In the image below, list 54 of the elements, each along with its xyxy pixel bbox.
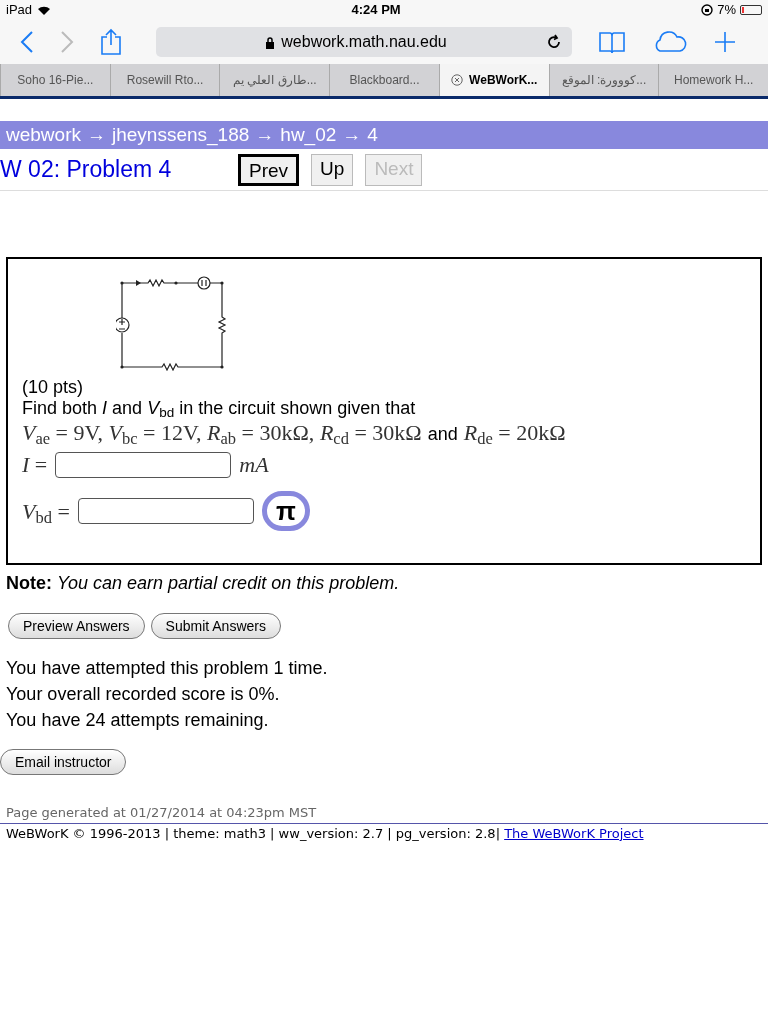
equation-editor-button[interactable]: π <box>261 491 310 531</box>
browser-tab[interactable]: طارق العلي يم... <box>219 64 330 96</box>
breadcrumb-link[interactable]: hw_02 <box>280 120 337 150</box>
browser-tab[interactable]: كووورة: الموقع... <box>548 64 659 96</box>
points-text: (10 pts) <box>22 377 85 397</box>
attempt-info-text: You have attempted this problem 1 time. <box>6 657 329 680</box>
page-generated-text: Page generated at 01/27/2014 at 04:23pm MST <box>5 804 318 822</box>
share-icon[interactable] <box>100 28 122 56</box>
new-tab-icon[interactable] <box>714 31 736 53</box>
answer-label: V$_{bd}$ = <box>22 497 70 528</box>
given-values: V$_{ae}$ = 9V, V$_{bc}$ = 12V, R$_{ab}$ = 30kΩ, R$_{cd}$ = 30kΩ <box>22 419 422 447</box>
browser-tab[interactable]: Blackboard... <box>329 64 439 96</box>
wifi-icon <box>37 4 52 16</box>
email-instructor-button[interactable]: Email instructor <box>0 749 127 775</box>
note-text: You can earn partial credit on this problem. <box>57 573 400 593</box>
breadcrumb-link[interactable]: jheynssens_188 <box>112 120 250 150</box>
close-icon[interactable] <box>451 74 464 86</box>
battery-icon <box>740 5 762 15</box>
breadcrumb-separator: → <box>87 122 106 147</box>
and-text: and <box>427 423 458 446</box>
clock-time: 4:24 PM <box>351 1 401 20</box>
answer-label: I = <box>22 451 48 479</box>
address-bar[interactable]: webwork.math.nau.edu <box>156 27 572 57</box>
nav-button[interactable]: Up <box>311 153 354 186</box>
bookmarks-icon[interactable] <box>598 30 626 54</box>
answer-field[interactable] <box>55 451 232 478</box>
problem-prompt: Find both I and V$_{bd}$ in the circuit shown given that <box>22 397 417 419</box>
footer-copyright: WeBWorK © 1996-2013 | theme: math3 | ww_version: 2.7 | pg_version: 2.8| <box>6 825 500 841</box>
browser-tab[interactable]: Homework H... <box>658 64 768 96</box>
submit-button[interactable]: Submit Answers <box>150 613 281 639</box>
breadcrumb-link[interactable]: 4 <box>367 120 378 150</box>
unit-text: mA <box>239 451 269 479</box>
breadcrumb-separator: → <box>255 122 275 147</box>
page-title: W 02: Problem 4 <box>0 156 172 183</box>
breadcrumb-link[interactable]: webwork <box>6 120 81 150</box>
breadcrumb-separator: → <box>342 122 362 147</box>
webwork-project-link[interactable]: The WeBWorK Project <box>504 825 644 841</box>
attempt-info-text: Your overall recorded score is 0%. <box>6 683 281 706</box>
nav-button[interactable]: Prev <box>238 153 300 186</box>
note-label: Note: <box>6 573 52 593</box>
back-icon[interactable] <box>20 30 34 54</box>
answer-field[interactable] <box>77 498 254 524</box>
rotation-lock-icon <box>701 4 714 16</box>
device-name: iPad <box>6 1 33 20</box>
browser-tab[interactable]: Soho 16-Pie... <box>0 64 110 96</box>
lock-icon <box>265 35 276 49</box>
submit-button[interactable]: Preview Answers <box>8 613 145 639</box>
battery-percent: 7% <box>717 1 736 20</box>
browser-tab[interactable]: WeBWorK... <box>438 64 549 96</box>
given-value: R$_{de}$ = 20kΩ <box>463 419 566 447</box>
url-text: webwork.math.nau.edu <box>281 32 447 52</box>
reload-icon[interactable] <box>546 34 562 50</box>
attempt-info-text: You have 24 attempts remaining. <box>6 709 270 732</box>
browser-tab[interactable]: Rosewill Rto... <box>109 64 220 96</box>
